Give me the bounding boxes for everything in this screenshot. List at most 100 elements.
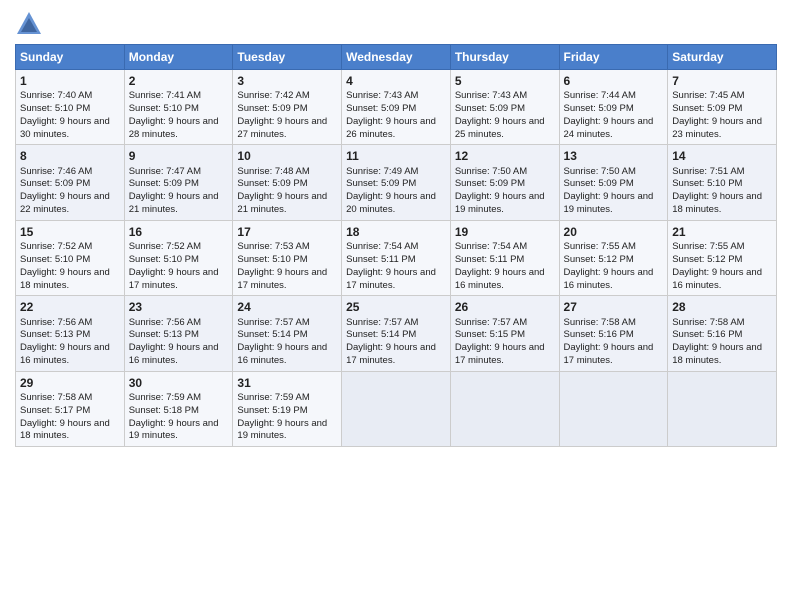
calendar-cell: 26Sunrise: 7:57 AMSunset: 5:15 PMDayligh… <box>450 296 559 371</box>
sunrise: Sunrise: 7:54 AM <box>455 241 527 252</box>
calendar-cell <box>450 371 559 446</box>
calendar-week-row: 22Sunrise: 7:56 AMSunset: 5:13 PMDayligh… <box>16 296 777 371</box>
sunset: Sunset: 5:09 PM <box>455 103 525 114</box>
daylight: Daylight: 9 hours and 25 minutes. <box>455 116 545 140</box>
daylight: Daylight: 9 hours and 26 minutes. <box>346 116 436 140</box>
day-header: Monday <box>124 45 233 70</box>
day-number: 21 <box>672 224 772 240</box>
calendar-cell <box>668 371 777 446</box>
calendar-cell: 20Sunrise: 7:55 AMSunset: 5:12 PMDayligh… <box>559 220 668 295</box>
sunrise: Sunrise: 7:59 AM <box>129 392 201 403</box>
calendar-week-row: 15Sunrise: 7:52 AMSunset: 5:10 PMDayligh… <box>16 220 777 295</box>
daylight: Daylight: 9 hours and 24 minutes. <box>564 116 654 140</box>
sunset: Sunset: 5:14 PM <box>346 329 416 340</box>
calendar-cell: 6Sunrise: 7:44 AMSunset: 5:09 PMDaylight… <box>559 70 668 145</box>
sunrise: Sunrise: 7:58 AM <box>564 317 636 328</box>
sunrise: Sunrise: 7:55 AM <box>564 241 636 252</box>
day-number: 6 <box>564 73 664 89</box>
calendar-cell: 15Sunrise: 7:52 AMSunset: 5:10 PMDayligh… <box>16 220 125 295</box>
header-row: SundayMondayTuesdayWednesdayThursdayFrid… <box>16 45 777 70</box>
daylight: Daylight: 9 hours and 17 minutes. <box>346 342 436 366</box>
calendar-cell: 3Sunrise: 7:42 AMSunset: 5:09 PMDaylight… <box>233 70 342 145</box>
sunset: Sunset: 5:12 PM <box>672 254 742 265</box>
calendar-cell: 27Sunrise: 7:58 AMSunset: 5:16 PMDayligh… <box>559 296 668 371</box>
day-number: 2 <box>129 73 229 89</box>
day-number: 12 <box>455 148 555 164</box>
sunset: Sunset: 5:14 PM <box>237 329 307 340</box>
calendar-cell: 10Sunrise: 7:48 AMSunset: 5:09 PMDayligh… <box>233 145 342 220</box>
day-number: 30 <box>129 375 229 391</box>
day-header: Saturday <box>668 45 777 70</box>
sunrise: Sunrise: 7:47 AM <box>129 166 201 177</box>
day-number: 23 <box>129 299 229 315</box>
sunset: Sunset: 5:09 PM <box>346 103 416 114</box>
daylight: Daylight: 9 hours and 16 minutes. <box>455 267 545 291</box>
daylight: Daylight: 9 hours and 16 minutes. <box>564 267 654 291</box>
sunset: Sunset: 5:10 PM <box>129 103 199 114</box>
sunset: Sunset: 5:09 PM <box>237 178 307 189</box>
sunset: Sunset: 5:10 PM <box>20 254 90 265</box>
sunset: Sunset: 5:15 PM <box>455 329 525 340</box>
daylight: Daylight: 9 hours and 23 minutes. <box>672 116 762 140</box>
sunset: Sunset: 5:10 PM <box>672 178 742 189</box>
day-header: Thursday <box>450 45 559 70</box>
sunset: Sunset: 5:10 PM <box>20 103 90 114</box>
calendar-cell: 9Sunrise: 7:47 AMSunset: 5:09 PMDaylight… <box>124 145 233 220</box>
sunrise: Sunrise: 7:51 AM <box>672 166 744 177</box>
daylight: Daylight: 9 hours and 17 minutes. <box>455 342 545 366</box>
daylight: Daylight: 9 hours and 17 minutes. <box>237 267 327 291</box>
day-number: 18 <box>346 224 446 240</box>
day-header: Friday <box>559 45 668 70</box>
calendar-cell: 8Sunrise: 7:46 AMSunset: 5:09 PMDaylight… <box>16 145 125 220</box>
sunrise: Sunrise: 7:57 AM <box>237 317 309 328</box>
sunset: Sunset: 5:09 PM <box>237 103 307 114</box>
sunset: Sunset: 5:19 PM <box>237 405 307 416</box>
sunrise: Sunrise: 7:56 AM <box>129 317 201 328</box>
sunrise: Sunrise: 7:44 AM <box>564 90 636 101</box>
sunrise: Sunrise: 7:48 AM <box>237 166 309 177</box>
sunrise: Sunrise: 7:46 AM <box>20 166 92 177</box>
daylight: Daylight: 9 hours and 18 minutes. <box>20 418 110 442</box>
sunset: Sunset: 5:09 PM <box>564 178 634 189</box>
calendar-cell: 11Sunrise: 7:49 AMSunset: 5:09 PMDayligh… <box>342 145 451 220</box>
daylight: Daylight: 9 hours and 30 minutes. <box>20 116 110 140</box>
calendar-week-row: 1Sunrise: 7:40 AMSunset: 5:10 PMDaylight… <box>16 70 777 145</box>
sunrise: Sunrise: 7:54 AM <box>346 241 418 252</box>
daylight: Daylight: 9 hours and 22 minutes. <box>20 191 110 215</box>
sunset: Sunset: 5:18 PM <box>129 405 199 416</box>
daylight: Daylight: 9 hours and 19 minutes. <box>564 191 654 215</box>
day-number: 16 <box>129 224 229 240</box>
sunrise: Sunrise: 7:43 AM <box>346 90 418 101</box>
day-number: 14 <box>672 148 772 164</box>
header <box>15 10 777 38</box>
calendar-cell: 29Sunrise: 7:58 AMSunset: 5:17 PMDayligh… <box>16 371 125 446</box>
day-header: Tuesday <box>233 45 342 70</box>
page-container: SundayMondayTuesdayWednesdayThursdayFrid… <box>0 0 792 452</box>
daylight: Daylight: 9 hours and 21 minutes. <box>237 191 327 215</box>
day-number: 4 <box>346 73 446 89</box>
calendar-cell: 17Sunrise: 7:53 AMSunset: 5:10 PMDayligh… <box>233 220 342 295</box>
calendar-cell: 12Sunrise: 7:50 AMSunset: 5:09 PMDayligh… <box>450 145 559 220</box>
logo-icon <box>15 10 43 38</box>
sunrise: Sunrise: 7:43 AM <box>455 90 527 101</box>
daylight: Daylight: 9 hours and 16 minutes. <box>129 342 219 366</box>
day-number: 17 <box>237 224 337 240</box>
calendar-cell: 19Sunrise: 7:54 AMSunset: 5:11 PMDayligh… <box>450 220 559 295</box>
sunrise: Sunrise: 7:45 AM <box>672 90 744 101</box>
daylight: Daylight: 9 hours and 19 minutes. <box>455 191 545 215</box>
day-number: 5 <box>455 73 555 89</box>
calendar-cell <box>342 371 451 446</box>
sunrise: Sunrise: 7:56 AM <box>20 317 92 328</box>
sunset: Sunset: 5:09 PM <box>346 178 416 189</box>
daylight: Daylight: 9 hours and 19 minutes. <box>237 418 327 442</box>
sunrise: Sunrise: 7:40 AM <box>20 90 92 101</box>
sunrise: Sunrise: 7:55 AM <box>672 241 744 252</box>
day-number: 24 <box>237 299 337 315</box>
calendar-cell: 30Sunrise: 7:59 AMSunset: 5:18 PMDayligh… <box>124 371 233 446</box>
daylight: Daylight: 9 hours and 18 minutes. <box>672 191 762 215</box>
sunset: Sunset: 5:16 PM <box>672 329 742 340</box>
day-number: 11 <box>346 148 446 164</box>
day-number: 31 <box>237 375 337 391</box>
daylight: Daylight: 9 hours and 18 minutes. <box>672 342 762 366</box>
day-number: 29 <box>20 375 120 391</box>
